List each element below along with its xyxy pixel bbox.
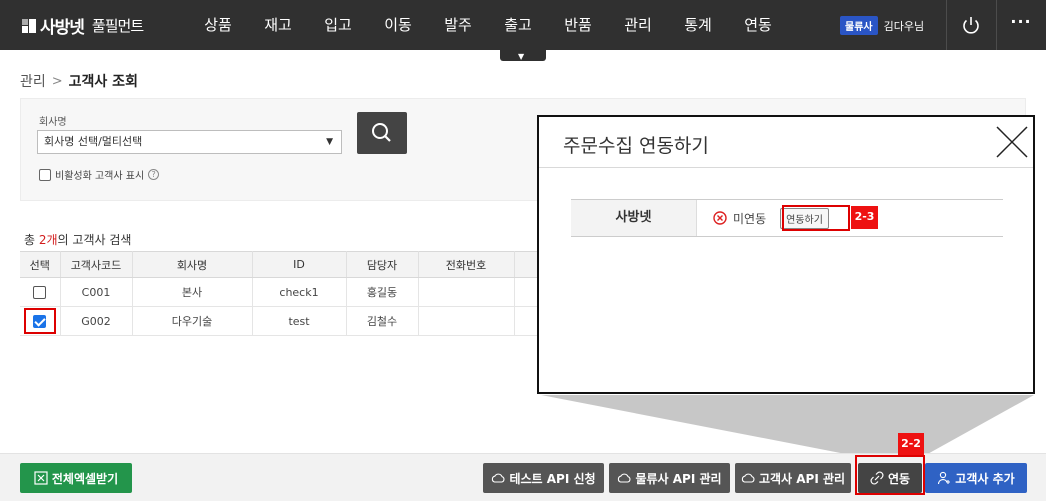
cell-company: 본사 xyxy=(132,277,253,307)
checkbox-highlight-box xyxy=(24,308,56,334)
excel-download-button[interactable]: 전체엑셀받기 xyxy=(20,463,132,493)
company-select[interactable]: 회사명 선택/멀티선택 ▼ xyxy=(37,130,342,154)
chevron-right-icon: > xyxy=(51,73,63,89)
link-button-highlight xyxy=(855,455,925,495)
cloud-icon xyxy=(618,473,631,483)
nav-item-outbound[interactable]: 출고 xyxy=(488,0,548,50)
client-api-label: 고객사 API 관리 xyxy=(758,471,846,486)
test-api-label: 테스트 API 신청 xyxy=(509,471,596,486)
cloud-icon xyxy=(492,473,505,483)
help-icon[interactable]: ? xyxy=(148,169,160,180)
nav-item-move[interactable]: 이동 xyxy=(368,0,428,50)
result-count-number: 2개 xyxy=(38,233,58,247)
link-status-text: 미연동 xyxy=(733,211,767,226)
result-count-prefix: 총 xyxy=(24,233,39,247)
cell-manager: 홍길동 xyxy=(346,277,419,307)
cell-code: C001 xyxy=(60,277,133,307)
divider xyxy=(996,0,997,50)
col-header-select[interactable]: 선택 xyxy=(20,251,61,278)
cell-id: test xyxy=(252,306,347,336)
cell-phone xyxy=(418,277,515,307)
cell-code: G002 xyxy=(60,306,133,336)
caret-down-icon: ▼ xyxy=(518,52,525,61)
breadcrumb-parent[interactable]: 관리 xyxy=(20,71,46,91)
table-row[interactable]: C001 본사 check1 홍길동 xyxy=(20,277,538,307)
cell-manager: 김철수 xyxy=(346,306,419,336)
cell-phone xyxy=(418,306,515,336)
user-name[interactable]: 김다우님 xyxy=(884,18,924,34)
user-area: 물류사 김다우님 xyxy=(840,16,924,35)
connect-button-highlight xyxy=(782,205,850,231)
nav-item-link[interactable]: 연동 xyxy=(728,0,788,50)
x-circle-icon xyxy=(713,211,727,225)
link-row-label: 사방넷 xyxy=(571,200,697,236)
app-logo[interactable]: 사방넷 풀필먼트 xyxy=(22,13,144,38)
table-row[interactable]: G002 다우기술 test 김철수 xyxy=(20,306,538,336)
link-modal: 주문수집 연동하기 사방넷 미연동 연동하기 xyxy=(537,115,1035,394)
callout-tag-2-2: 2-2 xyxy=(898,433,924,455)
dropdown-arrow-icon: ▼ xyxy=(326,137,333,147)
add-user-icon xyxy=(938,471,951,485)
inactive-checkbox-label: 비활성화 고객사 표시 xyxy=(55,171,145,182)
power-icon[interactable] xyxy=(958,12,984,38)
table-header-row: 선택 고객사코드 회사명 ID 담당자 전화번호 xyxy=(20,251,538,278)
logo-main-text: 사방넷 xyxy=(40,18,85,38)
nav-item-stats[interactable]: 통계 xyxy=(668,0,728,50)
logistics-api-label: 물류사 API 관리 xyxy=(635,471,722,486)
top-navigation-bar: 사방넷 풀필먼트 상품 재고 입고 이동 발주 출고 반품 관리 통계 연동 물… xyxy=(0,0,1046,50)
company-field-label: 회사명 xyxy=(39,117,67,128)
add-client-button[interactable]: 고객사 추가 xyxy=(925,463,1027,493)
col-header-code[interactable]: 고객사코드 xyxy=(60,251,133,278)
col-header-manager[interactable]: 담당자 xyxy=(346,251,419,278)
cell-id: check1 xyxy=(252,277,347,307)
user-role-badge: 물류사 xyxy=(840,16,878,35)
modal-divider xyxy=(539,167,1033,168)
row-checkbox[interactable] xyxy=(33,285,47,299)
cell-company: 다우기술 xyxy=(132,306,253,336)
search-icon xyxy=(372,123,391,142)
logo-icon xyxy=(22,18,36,33)
cloud-icon xyxy=(741,473,755,483)
nav-item-stock[interactable]: 재고 xyxy=(248,0,308,50)
more-icon[interactable]: ··· xyxy=(1008,14,1034,34)
nav-item-product[interactable]: 상품 xyxy=(188,0,248,50)
main-nav: 상품 재고 입고 이동 발주 출고 반품 관리 통계 연동 xyxy=(188,0,788,50)
client-api-button[interactable]: 고객사 API 관리 xyxy=(735,463,851,493)
nav-item-manage[interactable]: 관리 xyxy=(608,0,668,50)
cell-extra xyxy=(514,306,538,336)
nav-item-order[interactable]: 발주 xyxy=(428,0,488,50)
logo-sub-text: 풀필먼트 xyxy=(91,17,144,35)
col-header-id[interactable]: ID xyxy=(252,251,347,278)
result-count-suffix: 의 고객사 검색 xyxy=(57,233,132,247)
add-client-label: 고객사 추가 xyxy=(955,471,1015,486)
excel-button-label: 전체엑셀받기 xyxy=(51,471,119,486)
test-api-button[interactable]: 테스트 API 신청 xyxy=(483,463,604,493)
company-select-value: 회사명 선택/멀티선택 xyxy=(44,135,143,148)
client-table: 선택 고객사코드 회사명 ID 담당자 전화번호 C001 본사 check1 … xyxy=(20,251,538,336)
col-header-extra xyxy=(514,251,538,278)
inactive-checkbox[interactable] xyxy=(39,168,51,181)
inactive-client-toggle[interactable]: 비활성화 고객사 표시 ? xyxy=(39,167,160,182)
logistics-api-button[interactable]: 물류사 API 관리 xyxy=(609,463,730,493)
search-button[interactable] xyxy=(357,112,407,154)
result-count: 총 2개의 고객사 검색 xyxy=(24,231,131,248)
nav-item-inbound[interactable]: 입고 xyxy=(308,0,368,50)
close-icon[interactable] xyxy=(995,125,1029,159)
excel-icon xyxy=(34,471,48,485)
col-header-phone[interactable]: 전화번호 xyxy=(418,251,515,278)
callout-tag-2-3: 2-3 xyxy=(851,206,878,229)
cell-extra xyxy=(514,277,538,307)
breadcrumb: 관리 > 고객사 조회 xyxy=(20,71,138,91)
row-select-cell xyxy=(20,277,61,307)
divider xyxy=(946,0,947,50)
page-title: 고객사 조회 xyxy=(68,74,138,90)
modal-title: 주문수집 연동하기 xyxy=(563,135,709,157)
nav-dropdown-caret[interactable]: ▼ xyxy=(500,50,546,61)
nav-item-return[interactable]: 반품 xyxy=(548,0,608,50)
col-header-company[interactable]: 회사명 xyxy=(132,251,253,278)
